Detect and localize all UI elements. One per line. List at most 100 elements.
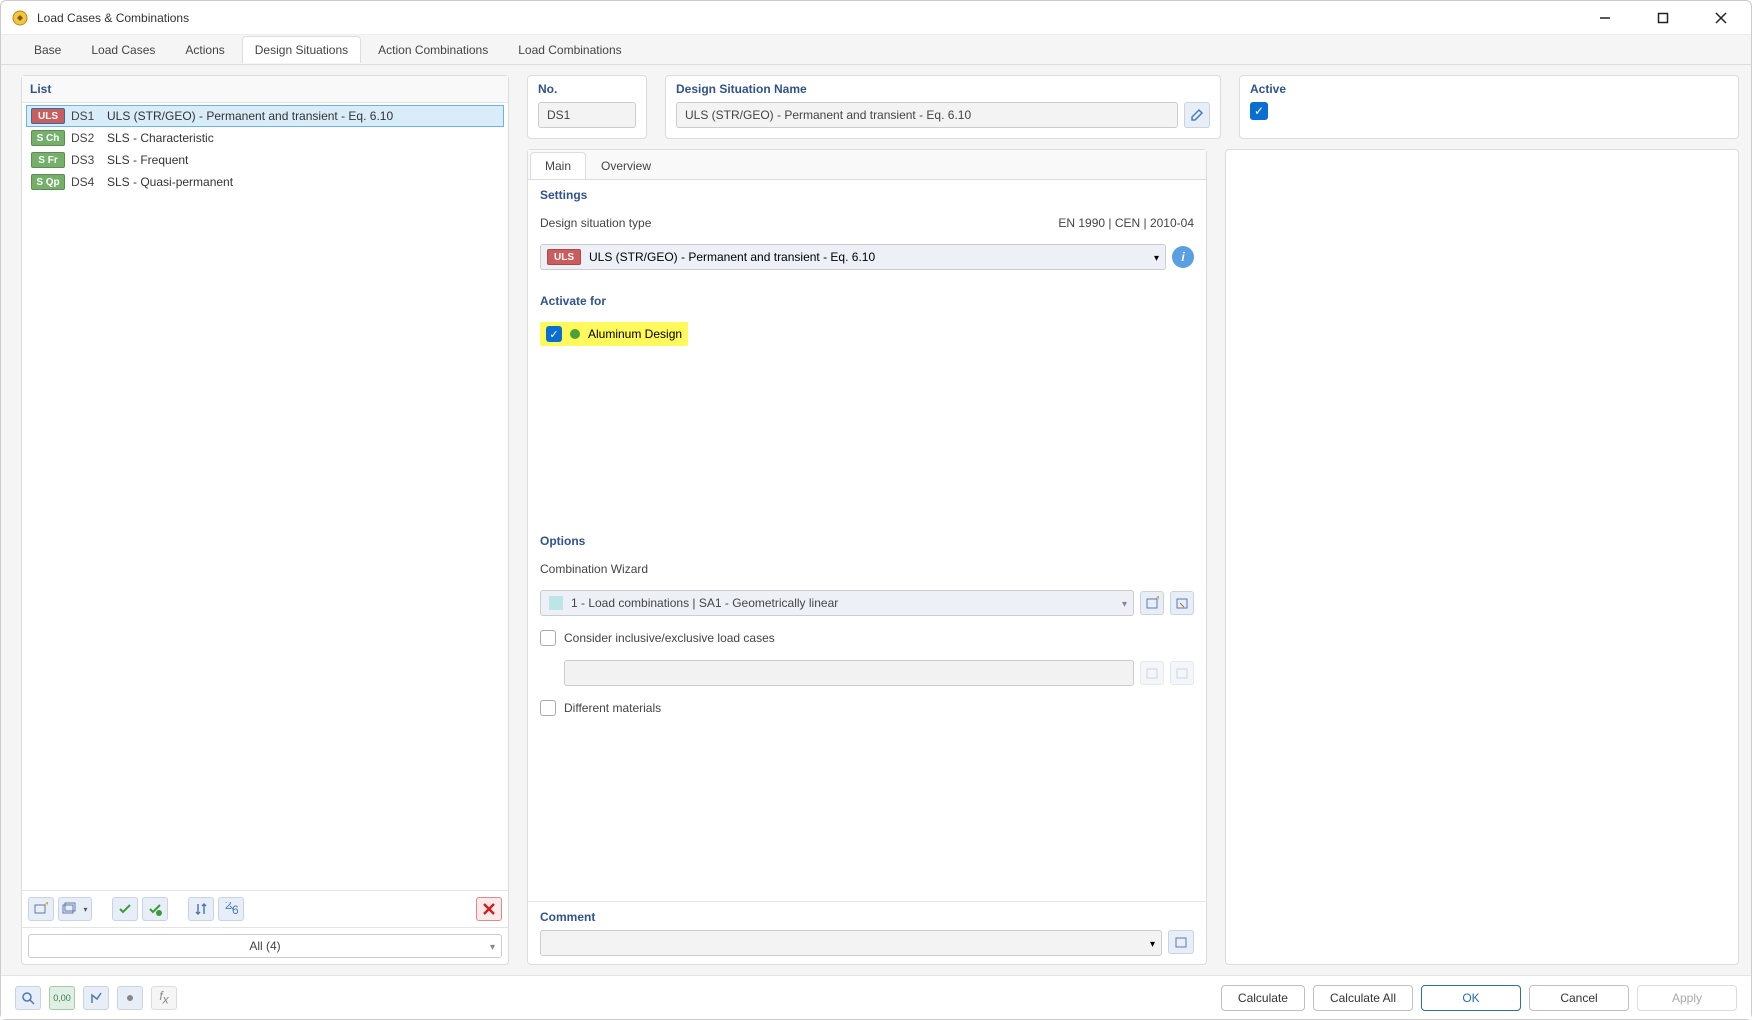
materials-label: Different materials <box>564 701 661 715</box>
inner-tab-main[interactable]: Main <box>530 152 586 179</box>
footer: 0,00 fx Calculate Calculate All OK Cance… <box>1 975 1751 1019</box>
window-title: Load Cases & Combinations <box>37 11 1585 25</box>
wizard-new-button[interactable]: ✶ <box>1140 591 1164 615</box>
uncheck-all-button[interactable] <box>142 897 168 921</box>
tab-actions[interactable]: Actions <box>172 36 237 63</box>
materials-checkbox[interactable] <box>540 700 556 716</box>
apply-button: Apply <box>1637 985 1737 1011</box>
app-icon <box>11 9 29 27</box>
comment-title: Comment <box>540 910 1194 924</box>
ds-type-row: Design situation type EN 1990 | CEN | 20… <box>540 216 1194 230</box>
wizard-edit-button[interactable] <box>1170 591 1194 615</box>
ok-button[interactable]: OK <box>1421 985 1521 1011</box>
minimize-button[interactable] <box>1585 4 1625 32</box>
inclusive-select <box>564 660 1134 686</box>
item-number: DS1 <box>71 109 101 123</box>
info-button[interactable]: i <box>1172 246 1194 268</box>
name-label: Design Situation Name <box>676 82 1210 96</box>
item-name: ULS (STR/GEO) - Permanent and transient … <box>107 109 393 123</box>
item-number: DS2 <box>71 131 101 145</box>
sqp-badge: S Qp <box>31 174 65 190</box>
item-name: SLS - Characteristic <box>107 131 214 145</box>
combo-wizard-label: Combination Wizard <box>540 562 1194 576</box>
footer-right-buttons: Calculate Calculate All OK Cancel Apply <box>1221 985 1737 1011</box>
calculate-all-button[interactable]: Calculate All <box>1313 985 1413 1011</box>
color-button[interactable] <box>117 986 143 1010</box>
activate-title: Activate for <box>540 294 1194 308</box>
list-panel: List ULS DS1 ULS (STR/GEO) - Permanent a… <box>21 75 509 965</box>
new-item-button[interactable]: ✶ <box>28 897 54 921</box>
tab-design-situations[interactable]: Design Situations <box>242 36 361 63</box>
item-name: SLS - Frequent <box>107 153 188 167</box>
inclusive-checkbox[interactable] <box>540 630 556 646</box>
active-label: Active <box>1250 82 1728 96</box>
ds-type-label: Design situation type <box>540 216 651 230</box>
tab-action-combinations[interactable]: Action Combinations <box>365 36 501 63</box>
name-input[interactable]: ULS (STR/GEO) - Permanent and transient … <box>676 102 1178 128</box>
list-item[interactable]: ULS DS1 ULS (STR/GEO) - Permanent and tr… <box>26 105 504 127</box>
activate-aluminum-row[interactable]: ✓ Aluminum Design <box>540 322 688 346</box>
tab-base[interactable]: Base <box>21 36 74 63</box>
titlebar: Load Cases & Combinations <box>1 1 1751 35</box>
options-title: Options <box>540 534 1194 548</box>
delete-button[interactable] <box>476 897 502 921</box>
calculate-button[interactable]: Calculate <box>1221 985 1305 1011</box>
filter-select[interactable]: All (4) <box>28 934 502 958</box>
form-area: Settings Design situation type EN 1990 |… <box>528 180 1206 901</box>
comment-edit-button[interactable] <box>1168 930 1194 954</box>
combo-swatch-icon <box>549 596 563 610</box>
active-field-group: Active ✓ <box>1239 75 1739 139</box>
activate-label: Aluminum Design <box>588 327 682 341</box>
combo-wizard-select[interactable]: 1 - Load combinations | SA1 - Geometrica… <box>540 590 1134 616</box>
detail-body-row: Main Overview Settings Design situation … <box>527 149 1739 965</box>
no-field-group: No. DS1 <box>527 75 647 139</box>
main-card: Main Overview Settings Design situation … <box>527 149 1207 965</box>
structure-button[interactable] <box>83 986 109 1010</box>
list-item[interactable]: S Qp DS4 SLS - Quasi-permanent <box>26 171 504 193</box>
chevron-down-icon <box>490 939 495 953</box>
activate-checkbox[interactable]: ✓ <box>546 326 562 342</box>
ds-type-standard: EN 1990 | CEN | 2010-04 <box>1058 216 1194 230</box>
opt-inclusive-row[interactable]: Consider inclusive/exclusive load cases <box>540 630 1194 646</box>
item-name: SLS - Quasi-permanent <box>107 175 233 189</box>
sort-button[interactable] <box>188 897 214 921</box>
search-button[interactable] <box>15 986 41 1010</box>
preview-pane <box>1225 149 1739 965</box>
list-toolbar: ✶ ▾ 26 <box>22 890 508 927</box>
footer-left-toolbar: 0,00 fx <box>15 986 177 1010</box>
tab-load-combinations[interactable]: Load Combinations <box>505 36 634 63</box>
units-button[interactable]: 0,00 <box>49 986 75 1010</box>
tab-load-cases[interactable]: Load Cases <box>78 36 168 63</box>
ds-type-select[interactable]: ULS ULS (STR/GEO) - Permanent and transi… <box>540 244 1166 270</box>
chevron-down-icon <box>1154 250 1159 264</box>
comment-input[interactable] <box>540 930 1162 956</box>
close-button[interactable] <box>1701 4 1741 32</box>
chevron-down-icon <box>1150 936 1155 950</box>
window-buttons <box>1585 4 1741 32</box>
inner-tabbar: Main Overview <box>528 150 1206 180</box>
opt-materials-row[interactable]: Different materials <box>540 700 1194 716</box>
inclusive-new-button <box>1140 661 1164 685</box>
detail-header-row: No. DS1 Design Situation Name ULS (STR/G… <box>527 75 1739 139</box>
active-checkbox[interactable]: ✓ <box>1250 102 1268 120</box>
list-item[interactable]: S Ch DS2 SLS - Characteristic <box>26 127 504 149</box>
cancel-button[interactable]: Cancel <box>1529 985 1629 1011</box>
formula-button[interactable]: fx <box>151 986 177 1010</box>
no-input[interactable]: DS1 <box>538 102 636 128</box>
list-item[interactable]: S Fr DS3 SLS - Frequent <box>26 149 504 171</box>
comment-section: Comment <box>528 901 1206 964</box>
top-tabbar: Base Load Cases Actions Design Situation… <box>1 35 1751 65</box>
inner-tab-overview[interactable]: Overview <box>586 152 666 179</box>
renumber-button[interactable]: 26 <box>218 897 244 921</box>
chevron-down-icon <box>1122 596 1127 610</box>
settings-title: Settings <box>540 188 1194 202</box>
filter-value: All (4) <box>249 939 280 953</box>
new-from-template-button[interactable]: ▾ <box>58 897 92 921</box>
list-header: List <box>22 76 508 103</box>
situation-list: ULS DS1 ULS (STR/GEO) - Permanent and tr… <box>22 103 508 890</box>
no-label: No. <box>538 82 636 96</box>
edit-name-button[interactable] <box>1184 102 1210 128</box>
maximize-button[interactable] <box>1643 4 1683 32</box>
item-number: DS4 <box>71 175 101 189</box>
check-all-button[interactable] <box>112 897 138 921</box>
